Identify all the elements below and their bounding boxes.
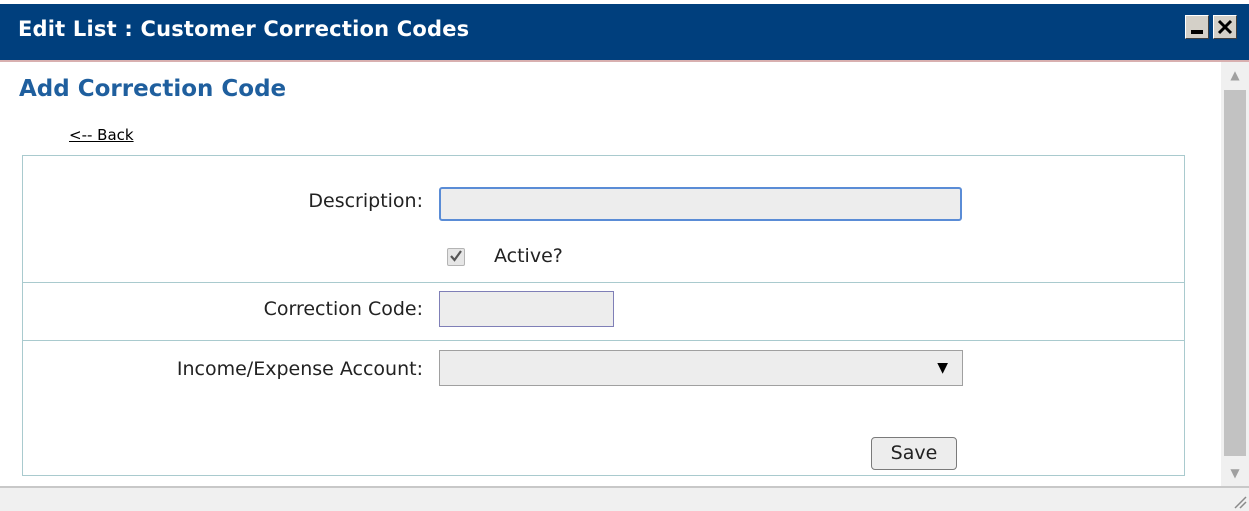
- row-divider: [23, 340, 1184, 341]
- close-icon: [1217, 19, 1233, 35]
- window-title: Edit List : Customer Correction Codes: [18, 17, 470, 41]
- window-titlebar: Edit List : Customer Correction Codes: [0, 4, 1249, 60]
- minimize-button[interactable]: [1185, 15, 1209, 39]
- content-area: Add Correction Code <-- Back Description…: [0, 62, 1221, 486]
- account-label: Income/Expense Account:: [176, 358, 423, 380]
- page-title: Add Correction Code: [19, 76, 287, 102]
- scroll-up-icon[interactable]: ▲: [1221, 62, 1249, 88]
- save-button[interactable]: Save: [871, 437, 957, 470]
- row-divider: [23, 282, 1184, 283]
- active-label: Active?: [494, 245, 563, 267]
- minimize-icon: [1191, 30, 1203, 34]
- correction-code-input[interactable]: [439, 291, 614, 327]
- account-select[interactable]: ▼: [439, 350, 963, 386]
- close-button[interactable]: [1213, 15, 1237, 39]
- description-label: Description:: [308, 190, 423, 212]
- scrollbar-thumb[interactable]: [1224, 90, 1246, 456]
- active-checkbox[interactable]: [447, 248, 465, 266]
- description-input[interactable]: [439, 187, 962, 221]
- status-bar: [0, 486, 1249, 511]
- checkmark-icon: [450, 250, 462, 262]
- scroll-down-icon[interactable]: ▼: [1221, 460, 1249, 486]
- dropdown-arrow-icon: ▼: [937, 360, 948, 376]
- vertical-scrollbar[interactable]: ▲ ▼: [1221, 62, 1249, 486]
- form-panel: Description: Active? Correction Code: In…: [22, 155, 1185, 476]
- back-link[interactable]: <-- Back: [69, 126, 134, 144]
- resize-grip-icon[interactable]: [1231, 493, 1247, 509]
- correction-code-label: Correction Code:: [263, 298, 423, 320]
